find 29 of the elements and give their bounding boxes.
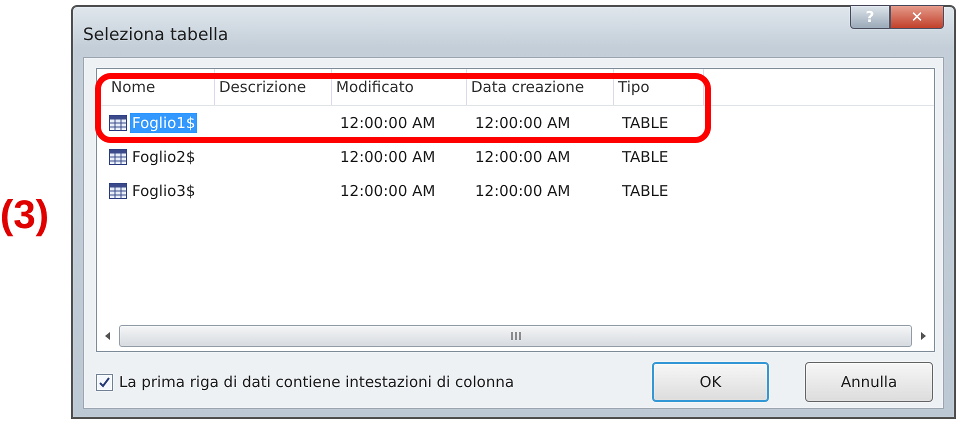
table-cell-text: 12:00:00 AM: [339, 148, 436, 166]
grip-icon: [510, 332, 520, 340]
table-icon: [109, 115, 127, 131]
column-header[interactable]: Tipo: [614, 69, 704, 105]
dialog-button[interactable]: Annulla: [805, 362, 933, 402]
table-cell-text: 12:00:00 AM: [474, 182, 572, 200]
checkbox-label[interactable]: La prima riga di dati contiene intestazioni di colonna: [119, 373, 514, 391]
step-label: (3): [0, 193, 50, 238]
table-cell-text: TABLE: [621, 114, 670, 132]
table-icon: [109, 183, 127, 199]
table-row[interactable]: Foglio3$ 12:00:00 AM 12:00:00 AM TABLE: [97, 176, 934, 206]
table-name[interactable]: Foglio3$: [130, 181, 198, 201]
column-header[interactable]: Nome: [107, 69, 215, 105]
check-icon: [99, 376, 110, 388]
table-icon: [109, 149, 127, 165]
checkbox[interactable]: [96, 374, 113, 390]
table-cell-text: 12:00:00 AM: [474, 148, 572, 166]
column-header[interactable]: Data creazione: [467, 69, 614, 105]
table-row[interactable]: Foglio2$ 12:00:00 AM 12:00:00 AM TABLE: [97, 142, 934, 172]
table-cell-text: 12:00:00 AM: [474, 114, 572, 132]
window-title: Seleziona tabella: [83, 24, 228, 45]
table-name[interactable]: Foglio2$: [130, 147, 198, 167]
column-header[interactable]: Descrizione: [215, 69, 332, 105]
table-cell-text: TABLE: [621, 182, 670, 200]
column-header[interactable]: Modificato: [332, 69, 467, 105]
table-cell-text: 12:00:00 AM: [339, 182, 436, 200]
table-cell-text: TABLE: [621, 148, 670, 166]
table-cell-text: 12:00:00 AM: [339, 114, 436, 132]
dialog-button[interactable]: OK: [652, 362, 769, 402]
